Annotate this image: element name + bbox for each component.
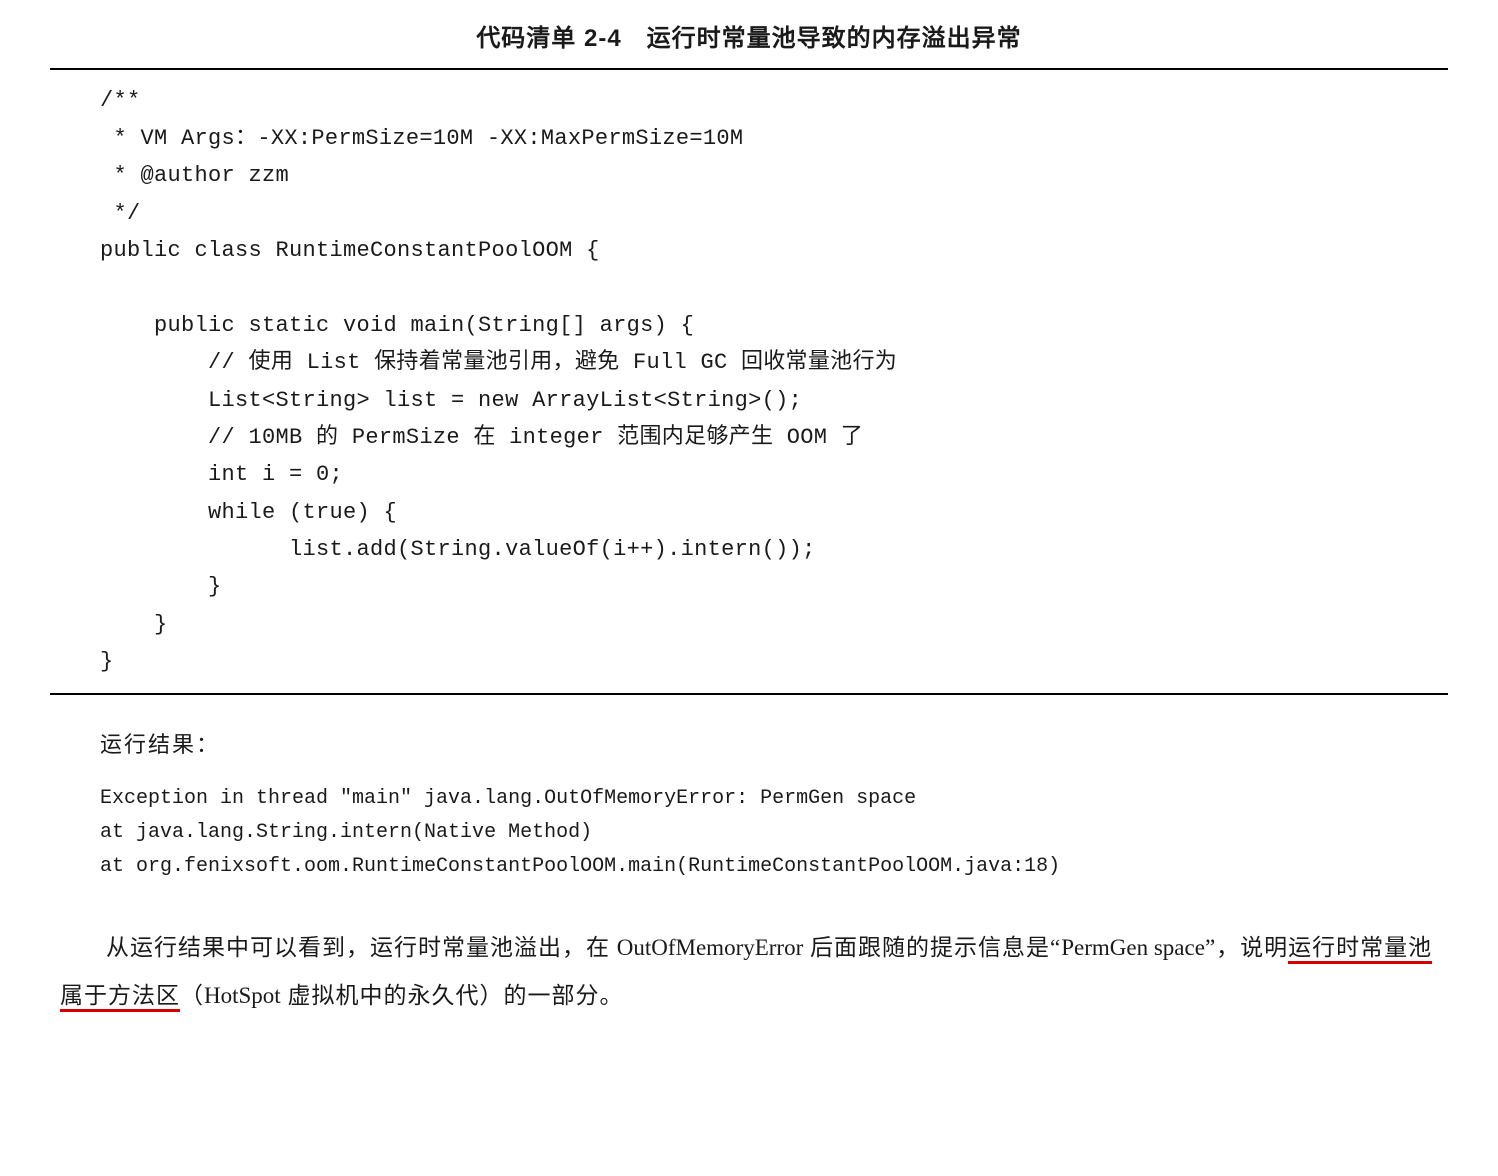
code-line: int i = 0; bbox=[100, 462, 343, 487]
para-text: 虚拟机中的永久代）的一部分。 bbox=[281, 983, 624, 1008]
listing-title: 代码清单 2-4 运行时常量池导致的内存溢出异常 bbox=[50, 20, 1448, 66]
result-line: at org.fenixsoft.oom.RuntimeConstantPool… bbox=[100, 855, 1060, 878]
code-line: } bbox=[100, 612, 168, 637]
code-listing: /** * VM Args：-XX:PermSize=10M -XX:MaxPe… bbox=[50, 72, 1448, 690]
code-line: } bbox=[100, 574, 222, 599]
code-line: List<String> list = new ArrayList<String… bbox=[100, 388, 802, 413]
code-line: list.add(String.valueOf(i++).intern()); bbox=[100, 537, 816, 562]
para-text: ”，说明 bbox=[1205, 935, 1288, 960]
code-line: /** bbox=[100, 88, 141, 113]
para-text: 从运行结果中可以看到，运行时常量池溢出，在 bbox=[106, 935, 617, 960]
explanation-paragraph: 从运行结果中可以看到，运行时常量池溢出，在 OutOfMemoryError 后… bbox=[50, 904, 1448, 1021]
code-line: // 使用 List 保持着常量池引用，避免 Full GC 回收常量池行为 bbox=[100, 350, 897, 375]
bottom-rule bbox=[50, 693, 1448, 695]
code-line: while (true) { bbox=[100, 500, 397, 525]
code-line: // 10MB 的 PermSize 在 integer 范围内足够产生 OOM… bbox=[100, 425, 863, 450]
para-text: PermGen space bbox=[1061, 935, 1205, 960]
top-rule bbox=[50, 68, 1448, 70]
result-line: Exception in thread "main" java.lang.Out… bbox=[100, 787, 916, 810]
code-line: * @author zzm bbox=[100, 163, 289, 188]
code-line: public class RuntimeConstantPoolOOM { bbox=[100, 238, 600, 263]
result-output: Exception in thread "main" java.lang.Out… bbox=[50, 772, 1448, 904]
result-label: 运行结果： bbox=[50, 697, 1448, 772]
result-line: at java.lang.String.intern(Native Method… bbox=[100, 821, 592, 844]
code-line: * VM Args：-XX:PermSize=10M -XX:MaxPermSi… bbox=[100, 126, 743, 151]
para-text: 后面跟随的提示信息是“ bbox=[803, 935, 1061, 960]
code-line: */ bbox=[100, 201, 141, 226]
code-line: public static void main(String[] args) { bbox=[100, 313, 694, 338]
code-line: } bbox=[100, 649, 114, 674]
para-text: OutOfMemoryError bbox=[617, 935, 804, 960]
para-text: HotSpot bbox=[204, 983, 281, 1008]
para-text: （ bbox=[180, 983, 204, 1008]
